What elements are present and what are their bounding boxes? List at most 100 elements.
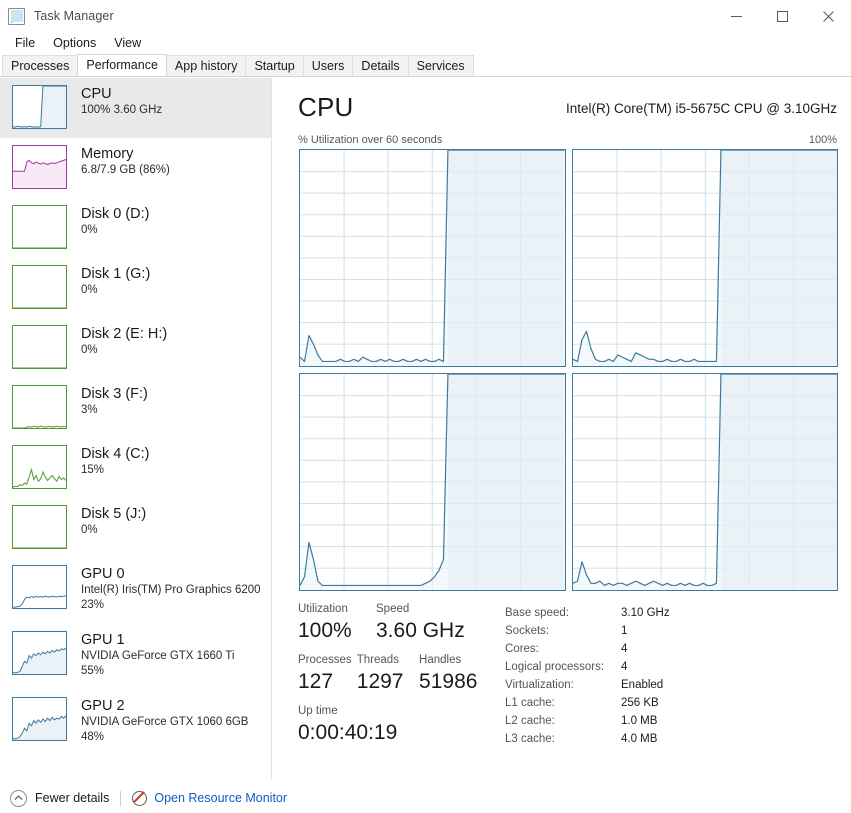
processes-label: Processes <box>298 654 352 666</box>
tab-startup[interactable]: Startup <box>245 55 304 76</box>
stat-uptime: Up time 0:00:40:19 <box>298 704 397 746</box>
sidebar-item-detail: 0% <box>81 224 98 236</box>
task-manager-window: Task Manager File Options View Processes… <box>0 0 851 813</box>
cpu-core-graph-0 <box>299 149 566 367</box>
info-row: Logical processors: 4 <box>505 658 845 676</box>
sidebar-item-text: Disk 4 (C:) 15% <box>81 445 149 478</box>
sidebar-item-detail: NVIDIA GeForce GTX 1060 6GB <box>81 716 249 728</box>
sidebar-item-label: Disk 5 (J:) <box>81 506 147 522</box>
close-icon[interactable] <box>805 0 851 32</box>
menu-item-view[interactable]: View <box>105 34 150 52</box>
cpu-core-graph-1 <box>571 149 838 367</box>
info-value: Enabled <box>621 679 664 691</box>
sidebar-thumbnail-graph <box>12 145 67 189</box>
task-manager-icon <box>8 7 25 25</box>
sidebar-thumbnail-graph <box>12 565 67 609</box>
sidebar-item-memory[interactable]: Memory 6.8/7.9 GB (86%) <box>0 138 271 198</box>
sidebar-item-gpu-0[interactable]: GPU 0 Intel(R) Iris(TM) Pro Graphics 6200… <box>0 558 271 624</box>
sidebar-thumbnail-graph <box>12 445 67 489</box>
sidebar-item-usage: 55% <box>81 665 105 677</box>
sidebar-item-text: Disk 1 (G:) 0% <box>81 265 150 298</box>
handles-value: 51986 <box>419 670 478 693</box>
sidebar-item-detail: 15% <box>81 464 105 476</box>
sidebar-item-disk-0-d[interactable]: Disk 0 (D:) 0% <box>0 198 271 258</box>
sidebar-item-text: GPU 1 NVIDIA GeForce GTX 1660 Ti 55% <box>81 631 234 679</box>
info-row: L2 cache: 1.0 MB <box>505 712 845 730</box>
sidebar-thumbnail-graph <box>12 631 67 675</box>
info-value: 1.0 MB <box>621 715 658 727</box>
sidebar-item-detail: 3% <box>81 404 98 416</box>
sidebar-item-usage: 23% <box>81 599 105 611</box>
sidebar-item-label: Disk 2 (E: H:) <box>81 326 168 342</box>
sidebar-item-label: GPU 1 <box>81 632 125 648</box>
sidebar-item-disk-4-c[interactable]: Disk 4 (C:) 15% <box>0 438 271 498</box>
stat-speed: Speed 3.60 GHz <box>376 602 496 644</box>
info-value: 3.10 GHz <box>621 607 670 619</box>
resource-sidebar[interactable]: CPU 100% 3.60 GHz Memory 6.8/7.9 GB (86%) Di… <box>0 78 272 780</box>
info-key: Cores: <box>505 643 539 655</box>
cpu-core-graph-2 <box>299 372 566 591</box>
tab-processes[interactable]: Processes <box>2 55 79 76</box>
sidebar-thumbnail-graph <box>12 265 67 309</box>
stat-row-processes-threads-handles: Processes 127 Threads 1297 Handles 51986 <box>298 653 498 695</box>
menu-bar: File Options View <box>0 32 851 54</box>
sidebar-item-usage: 48% <box>81 731 105 743</box>
info-value: 1 <box>621 625 628 637</box>
tab-details[interactable]: Details <box>352 55 409 76</box>
chevron-up-icon[interactable] <box>10 789 27 807</box>
tab-performance[interactable]: Performance <box>77 54 167 76</box>
tab-services[interactable]: Services <box>407 55 474 76</box>
info-value: 4 <box>621 661 628 673</box>
tab-users[interactable]: Users <box>302 55 354 76</box>
info-row: Virtualization: Enabled <box>505 676 845 694</box>
info-value: 4 <box>621 643 628 655</box>
sidebar-item-text: CPU 100% 3.60 GHz <box>81 85 162 118</box>
stat-handles: Handles 51986 <box>419 653 498 695</box>
stat-row-uptime: Up time 0:00:40:19 <box>298 704 498 746</box>
sidebar-item-cpu[interactable]: CPU 100% 3.60 GHz <box>0 78 271 138</box>
tab-app-history[interactable]: App history <box>165 55 247 76</box>
sidebar-item-label: Memory <box>81 146 134 162</box>
sidebar-item-text: GPU 2 NVIDIA GeForce GTX 1060 6GB 48% <box>81 697 248 745</box>
info-key: Sockets: <box>505 625 550 637</box>
cpu-detail-panel: CPU Intel(R) Core(TM) i5-5675C CPU @ 3.1… <box>273 78 851 780</box>
info-key: L2 cache: <box>505 715 555 727</box>
stat-threads: Threads 1297 <box>357 653 419 695</box>
minimize-icon[interactable] <box>713 0 759 32</box>
sidebar-item-label: Disk 4 (C:) <box>81 446 150 462</box>
sidebar-item-gpu-1[interactable]: GPU 1 NVIDIA GeForce GTX 1660 Ti 55% <box>0 624 271 690</box>
open-resource-monitor-link[interactable]: Open Resource Monitor <box>154 791 287 805</box>
sidebar-item-detail: 100% 3.60 GHz <box>81 104 163 116</box>
sidebar-item-disk-1-g[interactable]: Disk 1 (G:) 0% <box>0 258 271 318</box>
threads-value: 1297 <box>356 670 404 693</box>
processes-value: 127 <box>298 670 334 693</box>
sidebar-thumbnail-graph <box>12 85 67 129</box>
sidebar-item-text: Memory 6.8/7.9 GB (86%) <box>81 145 170 178</box>
cpu-model-label: Intel(R) Core(TM) i5-5675C CPU @ 3.10GHz <box>565 101 837 116</box>
sidebar-item-disk-3-f[interactable]: Disk 3 (F:) 3% <box>0 378 271 438</box>
sidebar-item-text: Disk 0 (D:) 0% <box>81 205 149 238</box>
stat-row-utilization-speed: Utilization 100% Speed 3.60 GHz <box>298 602 498 644</box>
menu-item-options[interactable]: Options <box>44 34 105 52</box>
stat-utilization: Utilization 100% <box>298 602 376 644</box>
page-title: CPU <box>298 92 354 122</box>
menu-item-file[interactable]: File <box>6 34 44 52</box>
info-key: Base speed: <box>505 607 569 619</box>
sidebar-item-disk-5-j[interactable]: Disk 5 (J:) 0% <box>0 498 271 558</box>
info-key: Virtualization: <box>505 679 574 691</box>
cpu-core-graph-3 <box>571 372 838 591</box>
sidebar-item-detail: 0% <box>81 284 98 296</box>
uptime-label: Up time <box>298 705 338 717</box>
stats-left-column: Utilization 100% Speed 3.60 GHz Processe… <box>298 602 498 755</box>
sidebar-item-text: Disk 3 (F:) 3% <box>81 385 148 418</box>
sidebar-item-gpu-2[interactable]: GPU 2 NVIDIA GeForce GTX 1060 6GB 48% <box>0 690 271 756</box>
info-value: 4.0 MB <box>621 733 658 745</box>
fewer-details-button[interactable]: Fewer details <box>35 791 109 805</box>
sidebar-item-disk-2-e-h[interactable]: Disk 2 (E: H:) 0% <box>0 318 271 378</box>
handles-label: Handles <box>419 654 462 666</box>
info-row: L3 cache: 4.0 MB <box>505 730 845 748</box>
sidebar-item-label: CPU <box>81 86 112 102</box>
maximize-icon[interactable] <box>759 0 805 32</box>
info-key: Logical processors: <box>505 661 605 673</box>
tab-strip: Processes Performance App history Startu… <box>0 54 851 77</box>
